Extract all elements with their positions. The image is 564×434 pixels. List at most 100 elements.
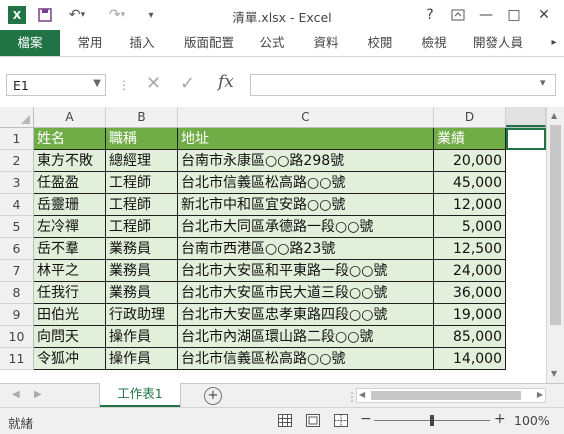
ribbon-scroll-right-icon[interactable]: ▸ [548,30,560,56]
minimize-button[interactable]: — [474,4,498,26]
row-header[interactable]: 9 [0,304,34,326]
table-cell[interactable]: 岳靈珊 [34,194,106,216]
sheet-prev-icon[interactable]: ◀ [12,389,20,400]
tab-review[interactable]: 校閱 [358,30,402,56]
tab-data[interactable]: 資料 [304,30,348,56]
ribbon-display-button[interactable] [446,4,470,26]
scroll-up-icon[interactable]: ▲ [551,111,557,120]
column-header-b[interactable]: B [106,107,178,127]
hscroll-thumb[interactable] [371,391,521,400]
row-header[interactable]: 2 [0,150,34,172]
table-cell[interactable]: 24,000 [434,260,506,282]
table-cell[interactable]: 總經理 [106,150,178,172]
table-cell[interactable]: 台南市西港區○○路23號 [178,238,434,260]
tab-home[interactable]: 常用 [68,30,112,56]
table-cell[interactable]: 45,000 [434,172,506,194]
maximize-button[interactable]: □ [502,4,526,26]
header-cell-name[interactable]: 姓名 [34,128,106,150]
column-header-e[interactable] [506,107,546,127]
tab-page-layout[interactable]: 版面配置 [176,30,242,56]
row-header[interactable]: 4 [0,194,34,216]
zoom-level[interactable]: 100% [514,413,550,428]
table-cell[interactable]: 工程師 [106,194,178,216]
table-cell[interactable]: 台北市大安區市民大道三段○○號 [178,282,434,304]
select-all-button[interactable] [0,107,34,127]
tab-sheet1[interactable]: 工作表1 [100,383,180,407]
table-cell[interactable]: 36,000 [434,282,506,304]
table-cell[interactable]: 令狐冲 [34,348,106,370]
horizontal-scrollbar[interactable]: ◀ ▶ [356,388,546,403]
help-button[interactable]: ? [418,4,442,26]
scroll-left-icon[interactable]: ◀ [359,390,365,399]
table-cell[interactable]: 12,000 [434,194,506,216]
row-header[interactable]: 3 [0,172,34,194]
row-header[interactable]: 11 [0,348,34,370]
table-cell[interactable]: 台北市大安區和平東路一段○○號 [178,260,434,282]
page-layout-view-icon[interactable] [306,414,320,430]
normal-view-icon[interactable] [278,414,292,430]
row-header[interactable]: 10 [0,326,34,348]
table-cell[interactable]: 台南市永康區○○路298號 [178,150,434,172]
tab-formulas[interactable]: 公式 [252,30,292,56]
zoom-out-button[interactable]: − [360,411,372,427]
column-header-a[interactable]: A [34,107,106,127]
row-header[interactable]: 1 [0,128,34,150]
table-cell[interactable]: 台北市大安區忠孝東路四段○○號 [178,304,434,326]
table-cell[interactable]: 左冷禪 [34,216,106,238]
cancel-icon[interactable]: ✕ [146,73,161,94]
table-cell[interactable]: 東方不敗 [34,150,106,172]
scroll-thumb[interactable] [550,125,561,325]
row-header[interactable]: 7 [0,260,34,282]
table-cell[interactable]: 操作員 [106,348,178,370]
vertical-scrollbar[interactable]: ▲ ▼ [546,107,564,383]
tab-developer[interactable]: 開發人員 [466,30,530,56]
table-cell[interactable]: 業務員 [106,282,178,304]
table-cell[interactable]: 操作員 [106,326,178,348]
row-header[interactable]: 6 [0,238,34,260]
table-cell[interactable]: 台北市信義區松高路○○號 [178,172,434,194]
table-cell[interactable]: 19,000 [434,304,506,326]
table-cell[interactable]: 台北市信義區松高路○○號 [178,348,434,370]
table-cell[interactable]: 業務員 [106,260,178,282]
name-box[interactable]: E1 ▼ [6,74,106,96]
sheet-next-icon[interactable]: ▶ [34,389,42,400]
table-cell[interactable]: 台北市內湖區環山路二段○○號 [178,326,434,348]
formula-input[interactable] [250,74,556,96]
expand-formula-icon[interactable]: ▾ [540,76,546,89]
table-cell[interactable]: 5,000 [434,216,506,238]
close-button[interactable]: ✕ [532,4,556,26]
table-cell[interactable]: 岳不羣 [34,238,106,260]
table-cell[interactable]: 林平之 [34,260,106,282]
table-cell[interactable]: 業務員 [106,238,178,260]
table-cell[interactable]: 任盈盈 [34,172,106,194]
zoom-slider[interactable] [374,415,490,426]
insert-function-button[interactable]: fx [218,72,234,92]
enter-icon[interactable]: ✓ [180,73,195,94]
chevron-down-icon[interactable]: ▼ [93,78,101,89]
table-cell[interactable]: 12,500 [434,238,506,260]
table-cell[interactable]: 台北市大同區承德路一段○○號 [178,216,434,238]
table-cell[interactable]: 14,000 [434,348,506,370]
table-cell[interactable]: 85,000 [434,326,506,348]
table-cell[interactable]: 任我行 [34,282,106,304]
tab-file[interactable]: 檔案 [0,30,60,56]
tab-view[interactable]: 檢視 [412,30,456,56]
zoom-slider-thumb[interactable] [430,415,434,426]
header-cell-sales[interactable]: 業績 [434,128,506,150]
column-header-d[interactable]: D [434,107,506,127]
header-cell-title[interactable]: 職稱 [106,128,178,150]
scroll-right-icon[interactable]: ▶ [537,390,543,399]
page-break-view-icon[interactable] [334,414,348,430]
table-cell[interactable]: 工程師 [106,172,178,194]
table-cell[interactable]: 田伯光 [34,304,106,326]
column-header-c[interactable]: C [178,107,434,127]
table-cell[interactable]: 向問天 [34,326,106,348]
table-cell[interactable]: 新北市中和區宜安路○○號 [178,194,434,216]
zoom-in-button[interactable]: + [494,411,506,427]
table-cell[interactable]: 行政助理 [106,304,178,326]
row-header[interactable]: 8 [0,282,34,304]
row-header[interactable]: 5 [0,216,34,238]
tab-insert[interactable]: 插入 [120,30,164,56]
table-cell[interactable]: 工程師 [106,216,178,238]
header-cell-address[interactable]: 地址 [178,128,434,150]
